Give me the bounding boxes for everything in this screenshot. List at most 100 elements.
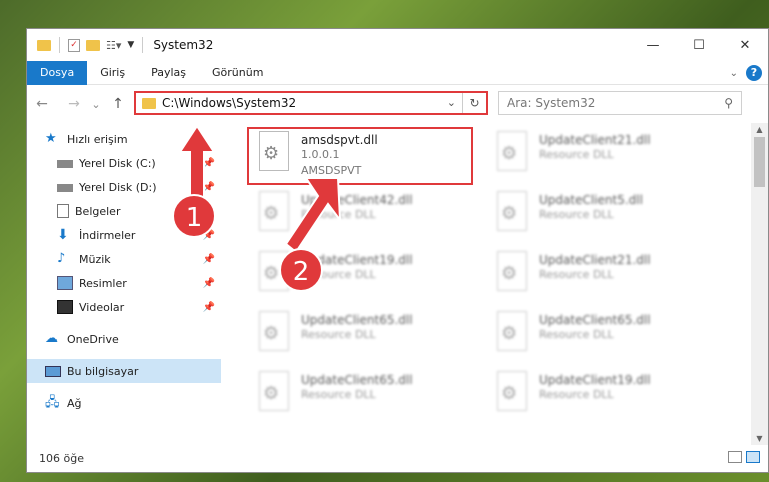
chevron-down-icon[interactable]: ⌄ <box>447 96 456 109</box>
documents-icon <box>57 204 69 218</box>
scrollbar-thumb[interactable] <box>754 137 765 187</box>
refresh-button[interactable]: ↻ <box>462 93 486 113</box>
search-box[interactable]: Ara: System32 ⚲ <box>498 91 742 115</box>
drive-icon <box>57 160 73 168</box>
address-path[interactable]: C:\Windows\System32 <box>162 96 296 110</box>
star-icon: ★ <box>45 131 57 146</box>
up-button[interactable]: ↑ <box>109 96 127 112</box>
dll-file-icon: ⚙ <box>255 371 293 417</box>
pictures-icon <box>57 276 73 290</box>
sidebar-item-network[interactable]: 🖧 Ağ <box>27 391 221 415</box>
pin-icon[interactable]: 📌 <box>203 182 215 193</box>
pin-icon[interactable]: 📌 <box>203 158 215 169</box>
sidebar-item-label: Belgeler <box>75 204 121 218</box>
drive-icon <box>57 184 73 192</box>
cloud-icon: ☁ <box>45 331 58 346</box>
recent-locations-button[interactable]: ⌄ <box>87 98 105 111</box>
pin-icon[interactable]: 📌 <box>203 278 215 289</box>
window-controls: — ☐ ✕ <box>630 29 768 61</box>
folder-icon[interactable] <box>37 39 51 51</box>
forward-button[interactable]: → <box>65 96 83 112</box>
file-name: UpdateClient21.dll <box>539 133 651 147</box>
file-highlight-box <box>247 127 473 185</box>
tab-home[interactable]: Giriş <box>87 61 138 85</box>
back-button[interactable]: ← <box>33 96 51 112</box>
search-input[interactable]: Ara: System32 <box>507 96 595 110</box>
sidebar-item-this-pc[interactable]: Bu bilgisayar <box>27 359 221 383</box>
file-type: Resource DLL <box>301 328 376 341</box>
sidebar-item-label: Videolar <box>79 300 125 314</box>
file-name: UpdateClient65.dll <box>301 373 413 387</box>
tab-view[interactable]: Görünüm <box>199 61 276 85</box>
properties-icon[interactable]: ✓ <box>68 38 80 52</box>
file-name: UpdateClient42.dll <box>301 193 413 207</box>
sidebar-item-music[interactable]: ♪ Müzik 📌 <box>27 247 221 271</box>
music-icon: ♪ <box>57 251 66 266</box>
file-name: UpdateClient21.dll <box>539 253 651 267</box>
download-icon: ⬇ <box>57 227 69 243</box>
expand-ribbon-icon[interactable]: ⌄ <box>730 68 738 79</box>
new-folder-icon[interactable] <box>86 39 100 51</box>
file-item[interactable]: ⚙ UpdateClient19.dll Resource DLL <box>485 367 705 423</box>
file-type: Resource DLL <box>301 388 376 401</box>
customize-toolbar-icon[interactable]: ▼ <box>127 40 134 50</box>
dll-file-icon: ⚙ <box>493 131 531 177</box>
scroll-up-icon[interactable]: ▲ <box>751 125 768 134</box>
file-type: Resource DLL <box>539 388 614 401</box>
toolbar-separator <box>59 37 60 53</box>
file-name: UpdateClient65.dll <box>539 313 651 327</box>
file-item[interactable]: ⚙ UpdateClient21.dll Resource DLL <box>485 247 705 303</box>
quick-access-toolbar: ✓ ☷▾ ▼ <box>27 37 145 53</box>
sidebar-item-label: Müzik <box>79 252 111 266</box>
sidebar-item-label: Yerel Disk (C:) <box>79 156 156 170</box>
dll-file-icon: ⚙ <box>493 251 531 297</box>
file-item[interactable]: ⚙ UpdateClient65.dll Resource DLL <box>247 307 467 363</box>
pin-icon[interactable]: 📌 <box>203 302 215 313</box>
file-item[interactable]: ⚙ UpdateClient65.dll Resource DLL <box>247 367 467 423</box>
details-view-icon[interactable] <box>728 451 742 463</box>
help-icon[interactable]: ? <box>746 65 762 81</box>
tab-share[interactable]: Paylaş <box>138 61 199 85</box>
navigation-bar: ← → ⌄ ↑ C:\Windows\System32 ⌄ ↻ Ara: Sys… <box>27 85 768 123</box>
large-icons-view-icon[interactable] <box>746 451 760 463</box>
dll-file-icon: ⚙ <box>255 311 293 357</box>
file-type: Resource DLL <box>539 328 614 341</box>
title-bar: ✓ ☷▾ ▼ System32 — ☐ ✕ <box>27 29 768 61</box>
sidebar-item-videos[interactable]: Videolar 📌 <box>27 295 221 319</box>
address-bar[interactable]: C:\Windows\System32 ⌄ ↻ <box>134 91 488 115</box>
minimize-button[interactable]: — <box>630 29 676 61</box>
toolbar-separator <box>142 37 144 53</box>
scroll-down-icon[interactable]: ▼ <box>751 434 768 443</box>
computer-icon <box>45 365 61 377</box>
file-name: UpdateClient65.dll <box>301 313 413 327</box>
close-button[interactable]: ✕ <box>722 29 768 61</box>
sidebar-item-local-disk-c[interactable]: Yerel Disk (C:) 📌 <box>27 151 221 175</box>
dll-file-icon: ⚙ <box>493 191 531 237</box>
network-icon: 🖧 <box>45 395 60 410</box>
view-options-icon[interactable]: ☷▾ <box>106 39 121 52</box>
file-item[interactable]: ⚙ UpdateClient21.dll Resource DLL <box>485 127 705 183</box>
file-type: Resource DLL <box>539 148 614 161</box>
tab-file[interactable]: Dosya <box>27 60 88 85</box>
sidebar-item-label: Yerel Disk (D:) <box>79 180 157 194</box>
file-item[interactable]: ⚙ UpdateClient42.dll Resource DLL <box>247 187 467 243</box>
step-badge-1: 1 <box>172 194 216 238</box>
sidebar-item-label: İndirmeler <box>79 228 136 242</box>
file-item[interactable]: ⚙ UpdateClient5.dll Resource DLL <box>485 187 705 243</box>
sidebar-item-label: OneDrive <box>67 332 119 346</box>
sidebar-item-onedrive[interactable]: ☁ OneDrive <box>27 327 221 351</box>
file-item[interactable]: ⚙ UpdateClient65.dll Resource DLL <box>485 307 705 363</box>
file-type: Resource DLL <box>539 268 614 281</box>
file-explorer-window: ✓ ☷▾ ▼ System32 — ☐ ✕ Dosya Giriş Paylaş… <box>26 28 769 473</box>
sidebar-item-pictures[interactable]: Resimler 📌 <box>27 271 221 295</box>
vertical-scrollbar[interactable]: ▲ ▼ <box>751 123 768 445</box>
pin-icon[interactable]: 📌 <box>203 254 215 265</box>
sidebar-item-label: Ağ <box>67 396 82 410</box>
file-type: Resource DLL <box>539 208 614 221</box>
sidebar-item-label: Hızlı erişim <box>67 132 128 146</box>
maximize-button[interactable]: ☐ <box>676 29 722 61</box>
sidebar-item-quick-access[interactable]: ★ Hızlı erişim <box>27 127 221 151</box>
dll-file-icon: ⚙ <box>493 371 531 417</box>
status-bar: 106 öğe <box>27 444 768 472</box>
navigation-pane: ★ Hızlı erişim Yerel Disk (C:) 📌 Yerel D… <box>27 123 221 445</box>
